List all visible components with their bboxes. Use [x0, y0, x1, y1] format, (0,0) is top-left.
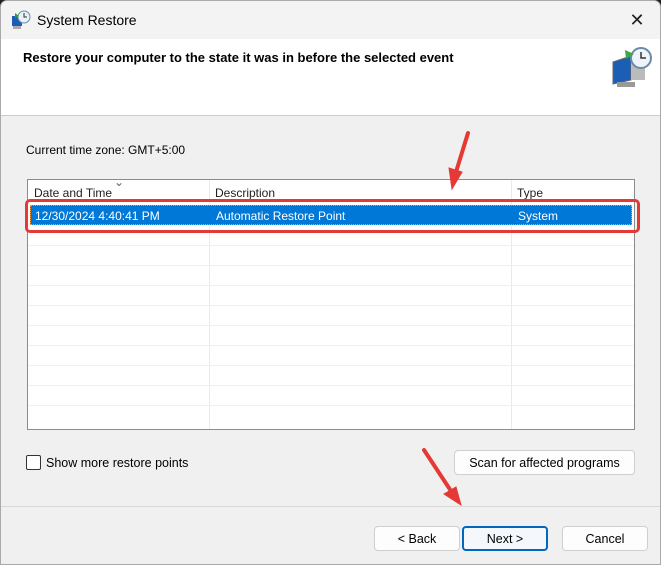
close-button[interactable]: ✕ — [614, 1, 660, 39]
column-label: Date and Time — [34, 186, 113, 200]
selection-highlight-annotation — [25, 199, 640, 233]
page-heading: Restore your computer to the state it wa… — [23, 50, 454, 65]
window-title: System Restore — [37, 12, 137, 28]
footer-divider — [1, 506, 660, 507]
system-restore-icon — [12, 10, 31, 29]
restore-computer-icon — [612, 47, 652, 87]
scan-affected-programs-button[interactable]: Scan for affected programs — [454, 450, 635, 475]
show-more-restore-points-checkbox[interactable]: Show more restore points — [26, 455, 188, 470]
checkbox-box[interactable] — [26, 455, 41, 470]
system-restore-window: System Restore ✕ Restore your computer t… — [0, 0, 661, 565]
header-panel: Restore your computer to the state it wa… — [1, 39, 660, 116]
current-time-zone: Current time zone: GMT+5:00 — [26, 143, 186, 157]
title-bar: System Restore ✕ — [1, 1, 660, 39]
close-icon: ✕ — [629, 9, 645, 30]
cancel-button[interactable]: Cancel — [562, 526, 648, 551]
sort-descending-icon: ⌄ — [114, 179, 125, 189]
back-button[interactable]: < Back — [374, 526, 460, 551]
next-button[interactable]: Next > — [462, 526, 548, 551]
checkbox-label: Show more restore points — [46, 455, 189, 470]
